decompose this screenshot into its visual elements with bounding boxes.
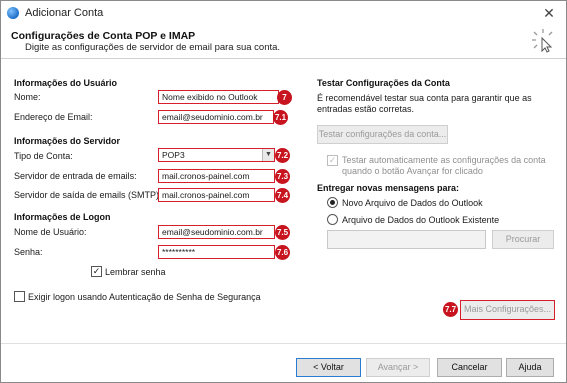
server-info-heading: Informações do Servidor: [14, 136, 121, 146]
data-file-path-input[interactable]: [327, 230, 486, 249]
outgoing-server-field[interactable]: mail.cronos-painel.com: [158, 188, 275, 202]
existing-data-file-label: Arquivo de Dados do Outlook Existente: [342, 215, 500, 225]
step-badge-name: 7: [277, 90, 292, 105]
email-field[interactable]: email@seudominio.com.br: [158, 110, 274, 124]
window-title: Adicionar Conta: [25, 7, 104, 19]
test-settings-heading: Testar Configurações da Conta: [317, 78, 450, 88]
page-title: Configurações de Conta POP e IMAP: [11, 30, 196, 42]
step-badge-outgoing: 7.4: [275, 188, 290, 203]
more-settings-button[interactable]: Mais Configurações...: [460, 300, 555, 320]
account-type-select[interactable]: POP3: [158, 148, 275, 162]
remember-password-label: Lembrar senha: [105, 267, 166, 277]
step-badge-incoming: 7.3: [275, 169, 290, 184]
existing-data-file-radio[interactable]: [327, 214, 338, 225]
step-badge-password: 7.6: [275, 245, 290, 260]
account-type-label: Tipo de Conta:: [14, 151, 73, 161]
outgoing-server-label: Servidor de saída de emails (SMTP):: [14, 190, 162, 200]
browse-button[interactable]: Procurar: [492, 230, 554, 249]
test-account-button[interactable]: Testar configurações da conta...: [317, 125, 448, 144]
new-data-file-label: Novo Arquivo de Dados do Outlook: [342, 198, 483, 208]
spa-checkbox[interactable]: [14, 291, 25, 302]
cancel-button[interactable]: Cancelar: [437, 358, 502, 377]
logon-info-heading: Informações de Logon: [14, 212, 111, 222]
user-info-heading: Informações do Usuário: [14, 78, 118, 88]
back-button[interactable]: < Voltar: [296, 358, 361, 377]
step-badge-email: 7.1: [273, 110, 288, 125]
title-bar: Adicionar Conta ✕: [1, 1, 566, 25]
name-label: Nome:: [14, 92, 41, 102]
incoming-server-field[interactable]: mail.cronos-painel.com: [158, 169, 275, 183]
auto-test-checkbox[interactable]: ✓: [327, 155, 338, 166]
cursor-sparkle-icon: [532, 29, 553, 53]
page-subtitle: Digite as configurações de servidor de e…: [25, 42, 281, 53]
next-button[interactable]: Avançar >: [366, 358, 430, 377]
remember-password-checkbox[interactable]: ✓: [91, 266, 102, 277]
password-field[interactable]: **********: [158, 245, 275, 259]
password-label: Senha:: [14, 247, 43, 257]
account-type-value: POP3: [162, 150, 185, 160]
auto-test-label: Testar automaticamente as configurações …: [342, 155, 546, 176]
help-button[interactable]: Ajuda: [506, 358, 554, 377]
name-field[interactable]: Nome exibido no Outlook: [158, 90, 279, 104]
step-badge-type: 7.2: [275, 148, 290, 163]
new-data-file-radio[interactable]: [327, 197, 338, 208]
step-badge-username: 7.5: [275, 225, 290, 240]
username-field[interactable]: email@seudominio.com.br: [158, 225, 275, 239]
incoming-server-label: Servidor de entrada de emails:: [14, 171, 137, 181]
wizard-header: Configurações de Conta POP e IMAP Digite…: [1, 25, 566, 59]
close-icon[interactable]: ✕: [540, 4, 558, 22]
spa-label: Exigir logon usando Autenticação de Senh…: [28, 292, 261, 302]
deliver-heading: Entregar novas mensagens para:: [317, 183, 460, 193]
footer-divider: [1, 343, 566, 344]
add-account-window: Adicionar Conta ✕ Configurações de Conta…: [0, 0, 567, 383]
username-label: Nome de Usuário:: [14, 227, 87, 237]
email-label: Endereço de Email:: [14, 112, 93, 122]
outlook-globe-icon: [7, 7, 19, 19]
step-badge-more: 7.7: [443, 302, 458, 317]
test-settings-description: É recomendável testar sua conta para gar…: [317, 93, 532, 114]
chevron-down-icon[interactable]: ▼: [262, 149, 274, 161]
